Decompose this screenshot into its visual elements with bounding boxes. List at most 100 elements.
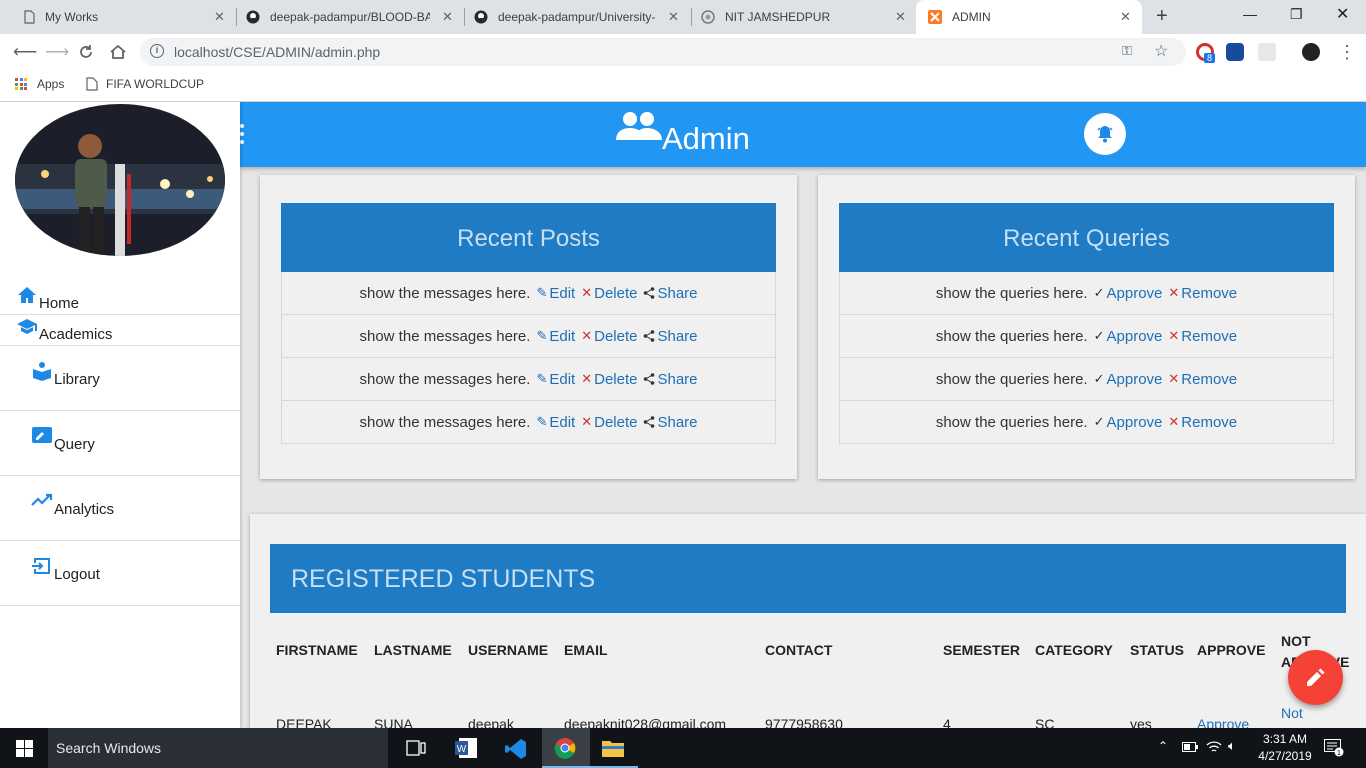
- query-message: show the queries here.: [935, 370, 1088, 388]
- remove-query-link[interactable]: ✕ Remove: [1168, 285, 1237, 302]
- edit-post-link[interactable]: ✎ Edit: [536, 285, 575, 302]
- delete-post-link[interactable]: ✕ Delete: [581, 414, 637, 431]
- taskbar-file-explorer[interactable]: [590, 728, 638, 768]
- taskbar-search[interactable]: Search Windows: [48, 728, 388, 768]
- approve-query-link[interactable]: ✓ Approve: [1094, 414, 1163, 431]
- github-icon: [246, 10, 260, 24]
- share-post-link[interactable]: Share: [643, 285, 698, 302]
- approve-student-link[interactable]: Approve: [1197, 716, 1249, 728]
- word-icon: W: [455, 738, 477, 758]
- edit-post-link[interactable]: ✎ Edit: [536, 371, 575, 388]
- bookmark-star-icon[interactable]: ☆: [1154, 41, 1168, 61]
- approve-query-link[interactable]: ✓ Approve: [1094, 285, 1163, 302]
- not-approve-student-link[interactable]: Not: [1281, 705, 1303, 721]
- sidebar-item-library[interactable]: Library: [0, 346, 240, 411]
- xampp-icon: [928, 10, 942, 24]
- sidebar-item-label: Home: [39, 295, 80, 312]
- bell-icon: [1097, 126, 1113, 143]
- battery-icon[interactable]: [1182, 742, 1198, 752]
- close-tab-icon[interactable]: ✕: [1120, 9, 1131, 25]
- close-tab-icon[interactable]: ✕: [895, 9, 906, 25]
- close-tab-icon[interactable]: ✕: [442, 9, 453, 25]
- chrome-menu-icon[interactable]: ⋮: [1338, 42, 1356, 63]
- people-icon: [616, 112, 662, 140]
- profile-photo: [15, 104, 225, 256]
- folder-icon: [602, 741, 624, 757]
- sidebar-item-logout[interactable]: Logout: [0, 541, 240, 606]
- check-icon: ✓: [1093, 328, 1105, 343]
- wifi-icon[interactable]: [1206, 740, 1222, 754]
- remove-query-link[interactable]: ✕ Remove: [1168, 328, 1237, 345]
- tab-admin[interactable]: ADMIN ✕: [916, 0, 1142, 34]
- delete-post-link[interactable]: ✕ Delete: [581, 285, 637, 302]
- apps-grid-icon: [15, 78, 27, 90]
- sidebar-item-analytics[interactable]: Analytics: [0, 476, 240, 541]
- show-hidden-icons-icon[interactable]: ⌃: [1158, 739, 1168, 753]
- delete-post-link[interactable]: ✕ Delete: [581, 371, 637, 388]
- query-message: show the queries here.: [935, 413, 1088, 431]
- tab-blood-bank-repo[interactable]: deepak-padampur/BLOOD-BA ✕: [238, 0, 464, 34]
- new-tab-button[interactable]: +: [1156, 5, 1168, 28]
- home-button-icon[interactable]: [109, 43, 127, 61]
- back-button[interactable]: ⟵: [13, 42, 37, 62]
- browser-tab-strip: My Works ✕ deepak-padampur/BLOOD-BA ✕ de…: [0, 0, 1366, 34]
- task-view-icon[interactable]: [406, 740, 426, 756]
- sidebar-item-query[interactable]: Query: [0, 411, 240, 476]
- pencil-icon: [1307, 668, 1325, 686]
- post-message: show the messages here.: [359, 413, 531, 431]
- notification-button[interactable]: [1084, 113, 1126, 155]
- column-header-approve: APPROVE: [1197, 642, 1266, 658]
- close-tab-icon[interactable]: ✕: [668, 9, 679, 25]
- maximize-button[interactable]: ❐: [1290, 6, 1303, 23]
- profile-avatar[interactable]: [1302, 43, 1320, 61]
- window-close-button[interactable]: ✕: [1336, 4, 1349, 24]
- remove-query-link[interactable]: ✕ Remove: [1168, 414, 1237, 431]
- address-bar[interactable]: i localhost/CSE/ADMIN/admin.php ⚿ ☆: [140, 38, 1186, 66]
- extension-blue-icon[interactable]: [1226, 43, 1244, 61]
- share-post-link[interactable]: Share: [643, 371, 698, 388]
- sidebar-item-academics[interactable]: Academics: [0, 318, 240, 346]
- sidebar-item-home[interactable]: Home: [0, 286, 240, 314]
- share-post-link[interactable]: Share: [643, 414, 698, 431]
- action-center-icon[interactable]: 1: [1324, 739, 1344, 757]
- taskbar-word[interactable]: W: [442, 728, 490, 768]
- tab-university-repo[interactable]: deepak-padampur/University- ✕: [466, 0, 690, 34]
- taskbar-clock[interactable]: 3:31 AM 4/27/2019: [1245, 731, 1325, 765]
- approve-query-link[interactable]: ✓ Approve: [1094, 328, 1163, 345]
- taskbar-chrome[interactable]: [542, 728, 590, 768]
- edit-fab-button[interactable]: [1288, 650, 1343, 705]
- minimize-button[interactable]: —: [1243, 6, 1257, 22]
- tab-my-works[interactable]: My Works ✕: [0, 0, 234, 34]
- close-icon: ✕: [1168, 328, 1180, 343]
- bookmark-label: Apps: [37, 77, 65, 91]
- bookmark-fifa-worldcup[interactable]: FIFA WORLDCUP: [86, 77, 204, 91]
- approve-query-link[interactable]: ✓ Approve: [1094, 371, 1163, 388]
- page-title: Admin: [662, 121, 750, 156]
- reload-icon[interactable]: [78, 44, 94, 60]
- info-icon[interactable]: i: [150, 44, 164, 58]
- bookmarks-bar: Apps FIFA WORLDCUP: [0, 70, 1366, 102]
- registered-students-title: REGISTERED STUDENTS: [270, 544, 1346, 613]
- forward-button[interactable]: ⟶: [45, 42, 69, 62]
- admin-page: Admin Recent Posts show the messages her…: [0, 102, 1366, 728]
- cell-lastname: SUNA: [374, 716, 413, 728]
- volume-icon[interactable]: 🔈︎: [1228, 738, 1236, 754]
- post-row: show the messages here. ✎ Edit ✕ Delete Share: [281, 401, 776, 444]
- tab-title: deepak-padampur/University-: [498, 10, 656, 24]
- tab-nit-jamshedpur[interactable]: NIT JAMSHEDPUR ✕: [693, 0, 915, 34]
- edit-post-link[interactable]: ✎ Edit: [536, 328, 575, 345]
- edit-post-link[interactable]: ✎ Edit: [536, 414, 575, 431]
- close-tab-icon[interactable]: ✕: [214, 9, 225, 25]
- taskbar-vscode[interactable]: [492, 728, 540, 768]
- bookmark-apps[interactable]: Apps: [15, 77, 64, 91]
- remove-query-link[interactable]: ✕ Remove: [1168, 371, 1237, 388]
- delete-post-link[interactable]: ✕ Delete: [581, 328, 637, 345]
- windows-start-icon[interactable]: [16, 740, 33, 757]
- key-icon[interactable]: ⚿: [1122, 43, 1132, 59]
- query-row: show the queries here. ✓ Approve ✕ Remove: [839, 272, 1334, 315]
- share-post-link[interactable]: Share: [643, 328, 698, 345]
- extension-grey-icon[interactable]: [1258, 43, 1276, 61]
- share-icon: [644, 373, 655, 385]
- sidebar-item-label: Query: [54, 436, 95, 453]
- menu-toggle-icon[interactable]: [240, 122, 244, 146]
